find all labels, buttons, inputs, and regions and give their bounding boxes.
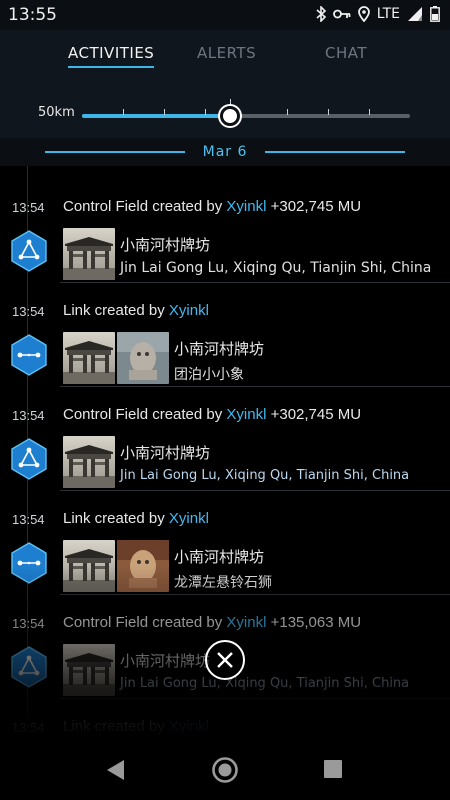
action-text: Control Field created by [63, 406, 227, 423]
battery-icon [430, 6, 440, 22]
item-title: Control Field created by Xyinkl +135,063… [63, 614, 361, 631]
tab-chat[interactable]: CHAT [325, 44, 367, 62]
mu-points: +302,745 MU [266, 406, 362, 423]
item-title: Link created by Xyinkl [63, 510, 209, 527]
item-time: 13:54 [12, 200, 45, 215]
link-icon [10, 542, 48, 584]
tab-activities[interactable]: ACTIVITIES [68, 44, 155, 68]
portal-address: Jin Lai Gong Lu, Xiqing Qu, Tianjin Shi,… [120, 468, 410, 483]
item-time: 13:54 [12, 408, 45, 423]
item-time: 13:54 [12, 720, 45, 735]
portal-thumbnail[interactable] [117, 540, 169, 592]
system-nav-bar [0, 740, 450, 800]
location-icon [357, 6, 370, 22]
item-time: 13:54 [12, 304, 45, 319]
activity-item[interactable]: 13:54 Control Field created by Xyinkl +3… [0, 386, 450, 490]
portal-thumbnail[interactable] [117, 332, 169, 384]
slider-tick [287, 109, 288, 115]
action-text: Control Field created by [63, 198, 227, 215]
item-title: Link created by Xyinkl [63, 718, 209, 735]
portal-address: Jin Lai Gong Lu, Xiqing Qu, Tianjin Shi,… [120, 260, 432, 276]
bluetooth-icon [316, 6, 326, 22]
slider-tick [205, 109, 206, 115]
portal-thumbnail[interactable] [63, 228, 115, 280]
range-slider[interactable] [82, 99, 410, 126]
action-text: Link created by [63, 510, 169, 527]
slider-tick [164, 109, 165, 115]
item-time: 13:54 [12, 616, 45, 631]
activity-item[interactable]: 13:54 Control Field created by Xyinkl +3… [0, 178, 450, 282]
activity-item[interactable]: 13:54 Link created by Xyinkl [0, 282, 450, 386]
portal-thumbnail[interactable] [63, 332, 115, 384]
date-divider: Mar 6 [0, 138, 450, 166]
agent-name[interactable]: Xyinkl [169, 302, 209, 319]
portal-address: 团泊小小象 [174, 367, 244, 383]
portal-name[interactable]: 小南河村牌坊 [120, 234, 210, 255]
link-icon [10, 334, 48, 376]
item-divider [60, 282, 450, 283]
control-field-icon [10, 646, 48, 688]
item-title: Link created by Xyinkl [63, 302, 209, 319]
agent-name[interactable]: Xyinkl [226, 614, 266, 631]
recents-icon [324, 760, 342, 778]
item-time: 13:54 [12, 512, 45, 527]
portal-address: 龙潭左悬铃石狮 [174, 575, 272, 591]
close-button[interactable] [205, 640, 245, 680]
mu-points: +135,063 MU [266, 614, 362, 631]
slider-tick [369, 109, 370, 115]
portal-name[interactable]: 小南河村牌坊 [120, 442, 210, 463]
agent-name[interactable]: Xyinkl [169, 718, 209, 735]
key-icon [332, 8, 351, 20]
portal-thumbnail[interactable] [63, 644, 115, 696]
tab-bar: ACTIVITIES ALERTS CHAT [0, 44, 450, 74]
action-text: Link created by [63, 718, 169, 735]
activity-item[interactable]: 13:54 Link created by Xyinkl [0, 698, 450, 740]
home-button[interactable] [211, 756, 239, 784]
agent-name[interactable]: Xyinkl [226, 198, 266, 215]
status-time: 13:55 [8, 5, 57, 25]
slider-tick [123, 109, 124, 115]
tab-alerts[interactable]: ALERTS [197, 44, 256, 62]
close-icon [217, 652, 233, 668]
back-button[interactable] [104, 758, 128, 782]
action-text: Control Field created by [63, 614, 227, 631]
portal-name[interactable]: 小南河村牌坊 [174, 546, 264, 567]
slider-fill [82, 114, 230, 118]
activity-item[interactable]: 13:54 Link created by Xyinkl [0, 490, 450, 594]
item-divider [60, 490, 450, 491]
control-field-icon [10, 230, 48, 272]
comm-header: ACTIVITIES ALERTS CHAT 50km [0, 30, 450, 138]
recents-button[interactable] [322, 758, 346, 782]
signal-icon [407, 6, 423, 22]
item-divider [60, 698, 450, 699]
action-text: Link created by [63, 302, 169, 319]
portal-thumbnail[interactable] [63, 540, 115, 592]
mu-points: +302,745 MU [266, 198, 362, 215]
slider-tick [328, 109, 329, 115]
item-title: Control Field created by Xyinkl +302,745… [63, 406, 361, 423]
control-field-icon [10, 438, 48, 480]
portal-thumbnail[interactable] [63, 436, 115, 488]
range-label: 50km [38, 105, 75, 120]
item-divider [60, 386, 450, 387]
portal-name[interactable]: 小南河村牌坊 [120, 650, 210, 671]
home-icon [212, 757, 238, 783]
portal-address: Jin Lai Gong Lu, Xiqing Qu, Tianjin Shi,… [120, 676, 410, 691]
agent-name[interactable]: Xyinkl [226, 406, 266, 423]
status-bar: 13:55 LTE [0, 0, 450, 30]
network-type: LTE [376, 6, 400, 22]
agent-name[interactable]: Xyinkl [169, 510, 209, 527]
item-divider [60, 594, 450, 595]
back-icon [107, 760, 124, 780]
slider-knob[interactable] [220, 106, 240, 126]
item-title: Control Field created by Xyinkl +302,745… [63, 198, 361, 215]
portal-name[interactable]: 小南河村牌坊 [174, 338, 264, 359]
